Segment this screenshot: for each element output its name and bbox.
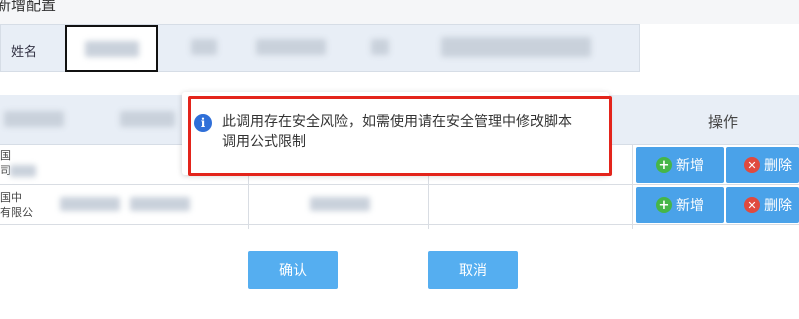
plus-icon: + (656, 197, 672, 213)
add-row-button[interactable]: + 新增 (636, 147, 724, 183)
row-text: 国中 有限公 (0, 191, 33, 219)
redacted-text (60, 197, 120, 211)
redacted-text (4, 111, 64, 127)
redacted-text (256, 39, 326, 55)
redacted-text (10, 165, 36, 177)
column-divider (632, 145, 633, 229)
redacted-text (310, 197, 370, 211)
delete-row-button[interactable]: ✕ 删除 (726, 187, 799, 223)
redacted-text (371, 39, 389, 55)
delete-row-button[interactable]: ✕ 删除 (726, 147, 799, 183)
dialog-titlebar: 新增配置 (0, 0, 799, 24)
redacted-text (441, 37, 591, 57)
name-input[interactable] (65, 25, 158, 72)
name-label: 姓名 (11, 45, 38, 60)
annotation-highlight-box (188, 96, 612, 176)
confirm-button[interactable]: 确认 (248, 251, 338, 289)
redacted-text (130, 197, 190, 211)
dialog-title: 新增配置 (0, 0, 57, 14)
redacted-text (120, 111, 175, 127)
ops-column-header: 操作 (708, 113, 739, 131)
delete-icon: ✕ (744, 157, 760, 173)
redacted-text (85, 41, 139, 57)
plus-icon: + (656, 157, 672, 173)
redacted-text (191, 39, 217, 55)
name-form-row: 姓名 (0, 24, 640, 72)
cancel-button[interactable]: 取消 (428, 251, 518, 289)
delete-icon: ✕ (744, 197, 760, 213)
add-row-button[interactable]: + 新增 (636, 187, 724, 223)
